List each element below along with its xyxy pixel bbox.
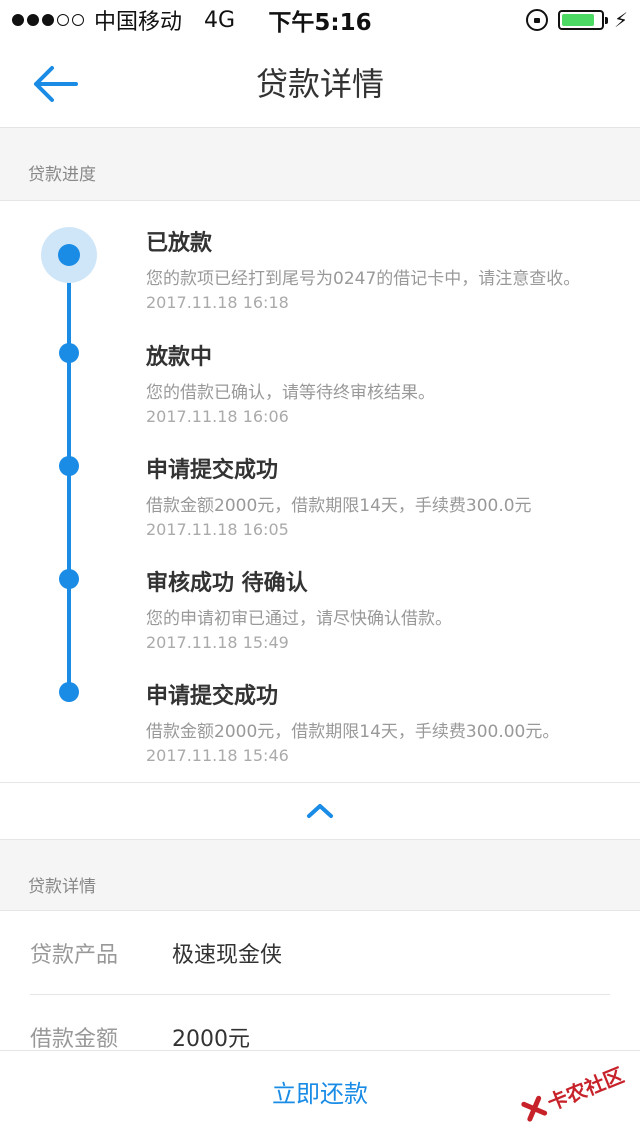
timeline-dot	[59, 569, 79, 589]
timeline-step: 已放款 您的款项已经打到尾号为0247的借记卡中，请注意查收。 2017.11.…	[146, 228, 626, 314]
detail-row-amount: 借款金额 2000元	[30, 995, 610, 1050]
timeline-step: 放款中 您的借款已确认，请等待终审核结果。 2017.11.18 16:06	[146, 342, 626, 428]
detail-label: 贷款产品	[30, 942, 119, 968]
step-timestamp: 2017.11.18 15:49	[146, 633, 289, 652]
timeline-step: 审核成功 待确认 您的申请初审已通过，请尽快确认借款。 2017.11.18 1…	[146, 568, 626, 654]
step-description: 借款金额2000元，借款期限14天，手续费300.0元	[146, 496, 532, 516]
status-left: 中国移动 4G	[12, 4, 235, 36]
step-title: 申请提交成功	[146, 458, 279, 483]
chevron-up-icon	[307, 804, 333, 818]
network-type: 4G	[204, 7, 236, 33]
step-timestamp: 2017.11.18 16:06	[146, 407, 289, 426]
step-description: 借款金额2000元，借款期限14天，手续费300.00元。	[146, 722, 560, 742]
step-title: 放款中	[146, 345, 213, 370]
step-description: 您的款项已经打到尾号为0247的借记卡中，请注意查收。	[146, 269, 581, 289]
status-bar: 中国移动 4G 下午5:16 ⚡	[0, 0, 640, 40]
status-right: ⚡	[525, 8, 628, 32]
progress-section-header: 贷款进度	[0, 128, 640, 198]
step-description: 您的借款已确认，请等待终审核结果。	[146, 383, 435, 403]
battery-icon	[557, 10, 608, 30]
rotation-lock-icon	[525, 9, 548, 31]
detail-value: 极速现金侠	[172, 942, 283, 968]
arrow-left-icon[interactable]	[30, 62, 80, 106]
charging-bolt-icon: ⚡	[613, 8, 628, 32]
details-section-header: 贷款详情	[0, 840, 640, 910]
page-title: 贷款详情	[255, 65, 384, 103]
step-title: 已放款	[146, 231, 213, 256]
detail-value: 2000元	[172, 1027, 250, 1050]
detail-row-product: 贷款产品 极速现金侠	[30, 911, 610, 995]
step-title: 审核成功 待确认	[146, 571, 308, 596]
nav-bar: 贷款详情	[0, 40, 640, 128]
progress-card: 已放款 您的款项已经打到尾号为0247的借记卡中，请注意查收。 2017.11.…	[0, 200, 640, 783]
timeline-step: 申请提交成功 借款金额2000元，借款期限14天，手续费300.00元。 201…	[146, 681, 626, 767]
step-timestamp: 2017.11.18 16:18	[146, 293, 289, 312]
collapse-toggle-button[interactable]	[0, 783, 640, 840]
details-card: 贷款产品 极速现金侠 借款金额 2000元	[0, 910, 640, 1050]
carrier-name: 中国移动	[94, 10, 183, 35]
timeline-dot	[59, 456, 79, 476]
signal-strength-icon	[12, 14, 84, 26]
battery-level	[561, 14, 595, 26]
step-description: 您的申请初审已通过，请尽快确认借款。	[146, 609, 452, 629]
detail-label: 借款金额	[30, 1027, 119, 1050]
step-timestamp: 2017.11.18 16:05	[146, 520, 289, 539]
timeline-dot	[59, 343, 79, 363]
timeline-step: 申请提交成功 借款金额2000元，借款期限14天，手续费300.0元 2017.…	[146, 455, 626, 541]
step-timestamp: 2017.11.18 15:46	[146, 746, 289, 765]
timeline-dot	[59, 682, 79, 702]
step-title: 申请提交成功	[146, 684, 279, 709]
timeline-dot	[58, 244, 80, 266]
